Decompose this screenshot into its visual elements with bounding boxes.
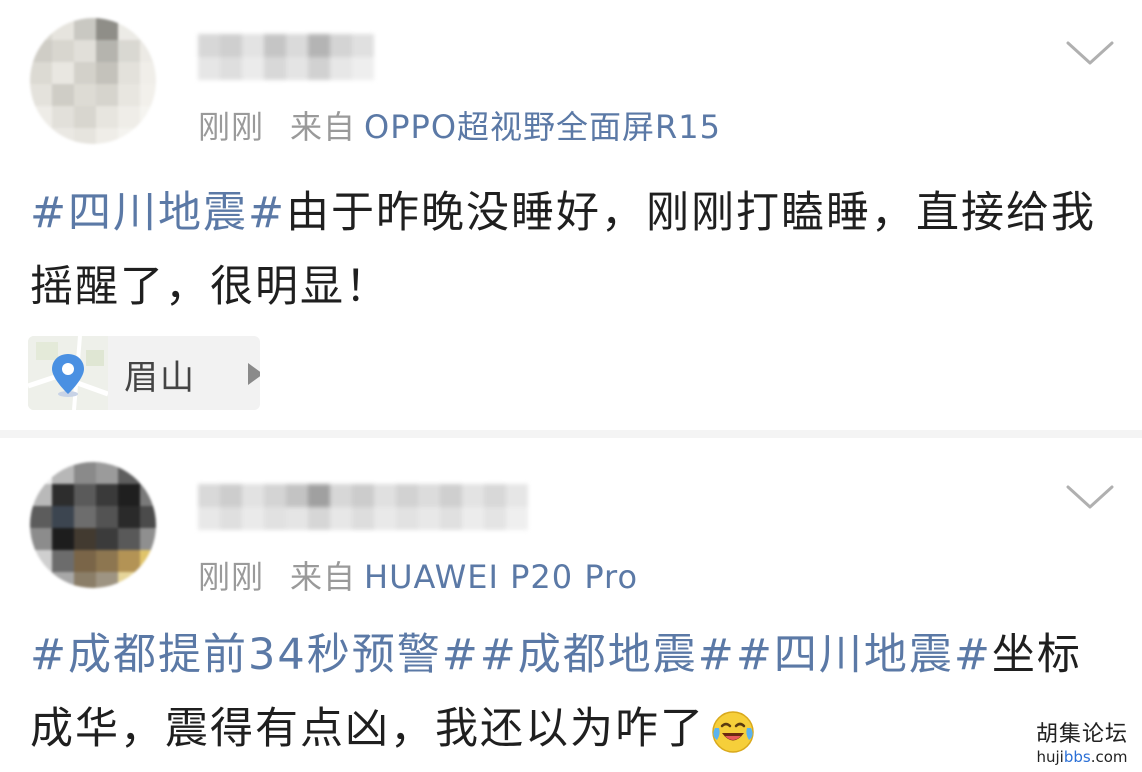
- post-time: 刚刚: [198, 108, 265, 146]
- chevron-down-icon[interactable]: [1064, 38, 1116, 68]
- device-link[interactable]: HUAWEI P20 Pro: [364, 558, 638, 596]
- source-prefix: 来自: [290, 558, 357, 596]
- location-chip[interactable]: 眉山: [28, 336, 260, 410]
- watermark: 胡集论坛 hujibbs.com: [1036, 716, 1128, 766]
- username[interactable]: [198, 484, 534, 530]
- post-divider: [0, 430, 1142, 438]
- source-prefix: 来自: [290, 108, 357, 146]
- post-card: 刚刚 来自 OPPO超视野全面屏R15 #四川地震#由于昨晚没睡好，刚刚打瞌睡，直接…: [0, 0, 1142, 430]
- play-arrow-icon: [248, 363, 260, 385]
- map-thumbnail: [28, 336, 109, 410]
- avatar[interactable]: [30, 18, 156, 144]
- map-pin-icon: [28, 336, 109, 410]
- post-meta: 刚刚 来自 OPPO超视野全面屏R15: [198, 102, 721, 148]
- topic-tag[interactable]: #成都地震#: [480, 630, 736, 680]
- post-content: #四川地震#由于昨晚没睡好，刚刚打瞌睡，直接给我摇醒了，很明显！: [30, 176, 1110, 324]
- post-time: 刚刚: [198, 558, 265, 596]
- avatar[interactable]: [30, 462, 156, 588]
- chevron-down-icon[interactable]: [1064, 482, 1116, 512]
- topic-tag[interactable]: #四川地震#: [736, 630, 992, 680]
- username[interactable]: [198, 34, 386, 80]
- post-meta: 刚刚 来自 HUAWEI P20 Pro: [198, 552, 638, 598]
- location-label: 眉山: [124, 358, 196, 398]
- laughing-crying-emoji: [712, 710, 754, 753]
- topic-tag[interactable]: #四川地震#: [30, 188, 286, 238]
- topic-tag[interactable]: #成都提前34秒预警#: [30, 630, 480, 680]
- post-content: #成都提前34秒预警##成都地震##四川地震#坐标成华，震得有点凶，我还以为咋了: [30, 618, 1110, 766]
- post-card: 刚刚 来自 HUAWEI P20 Pro #成都提前34秒预警##成都地震##四川地…: [0, 438, 1142, 772]
- watermark-title: 胡集论坛: [1035, 722, 1128, 747]
- device-link[interactable]: OPPO超视野全面屏R15: [364, 108, 721, 146]
- watermark-url: hujibbs.com: [1036, 748, 1128, 766]
